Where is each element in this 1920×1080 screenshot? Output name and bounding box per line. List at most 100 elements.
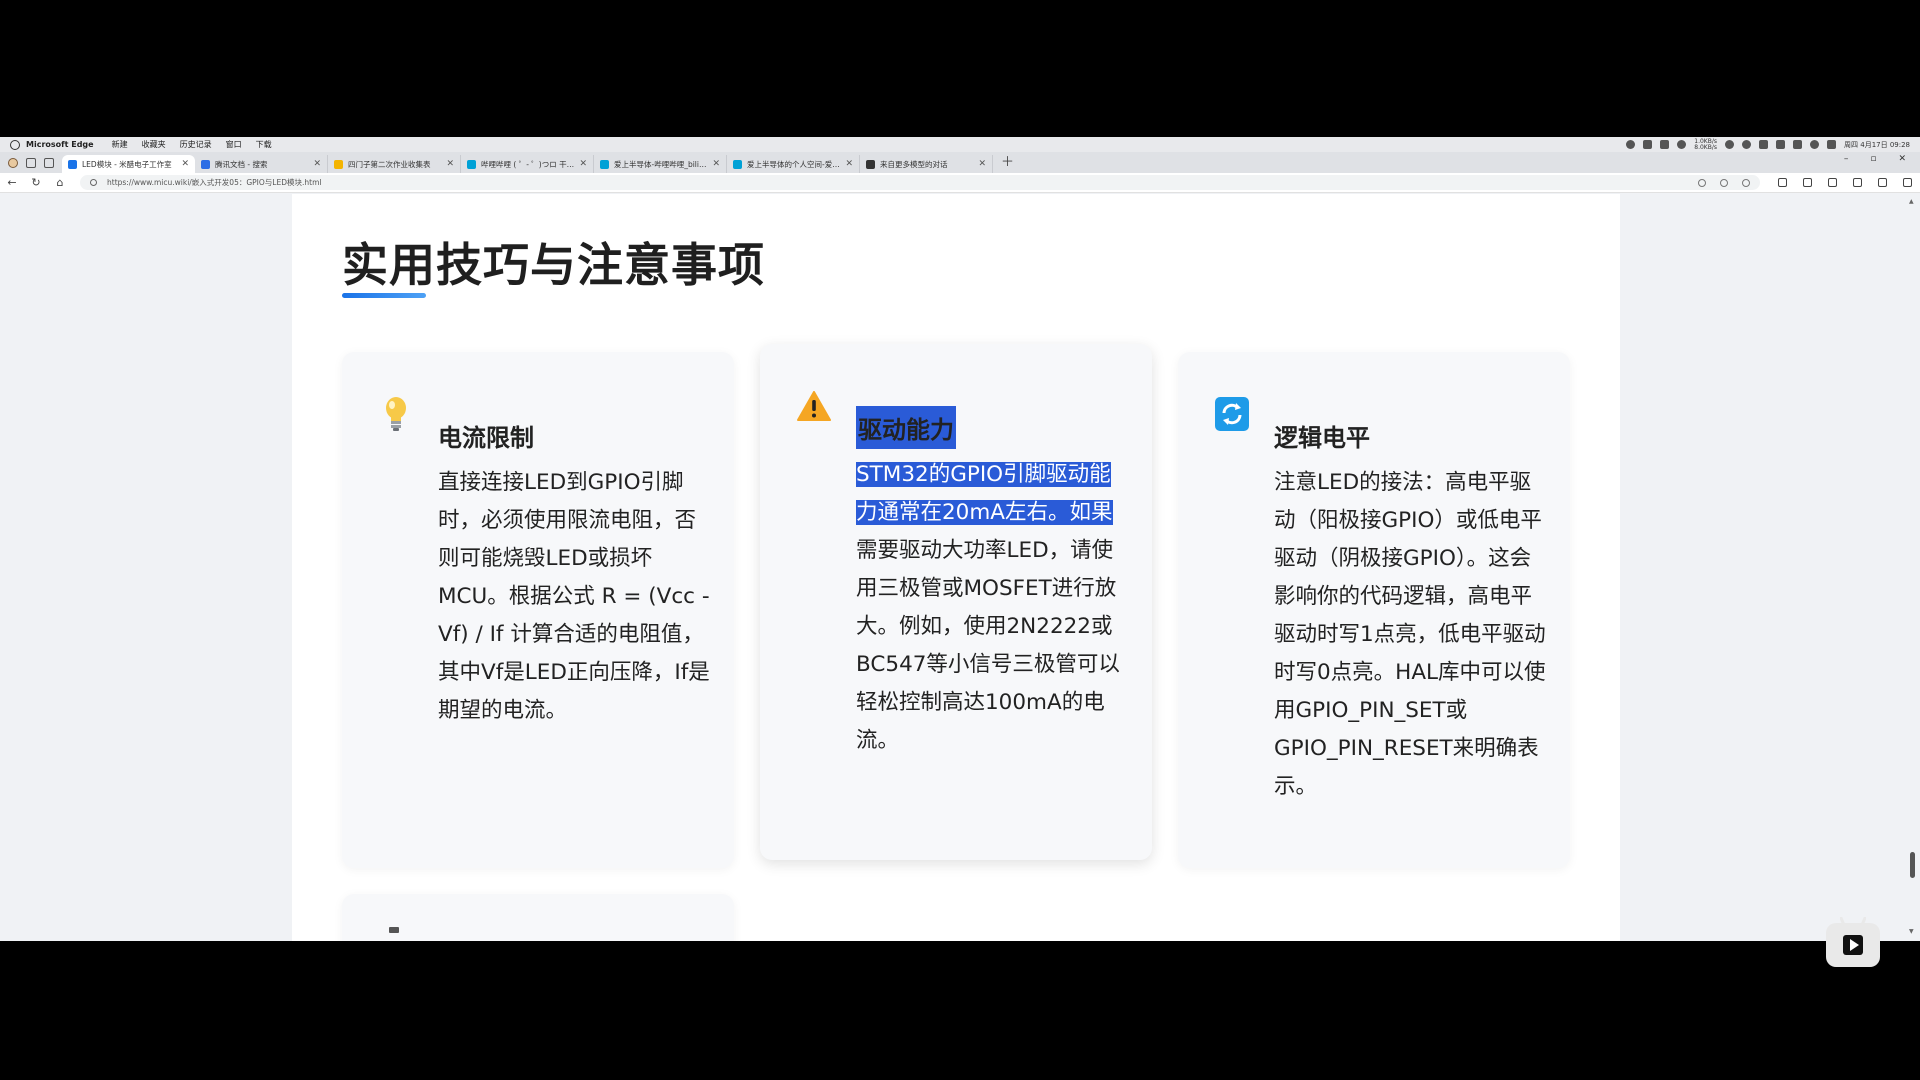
home-icon[interactable]: ⌂ xyxy=(48,176,72,189)
record-icon[interactable] xyxy=(1677,140,1687,149)
bluetooth-icon[interactable] xyxy=(1725,140,1735,149)
tab-close-icon[interactable]: ✕ xyxy=(313,159,321,169)
system-tray: 1.0KB/s 8.0KB/s 周四 4月17日 09:28 xyxy=(1626,137,1910,152)
battery-icon[interactable] xyxy=(1793,140,1803,149)
profile-avatar-icon[interactable] xyxy=(8,158,18,168)
favorites-icon[interactable] xyxy=(1828,178,1837,187)
tab-favicon-icon xyxy=(467,159,476,169)
tab-1[interactable]: 腾讯文档 - 搜索 ✕ xyxy=(195,155,328,173)
read-aloud-icon[interactable] xyxy=(1720,178,1728,187)
volume-icon[interactable] xyxy=(1776,140,1786,149)
bilibili-ears-icon xyxy=(1840,917,1866,925)
tab-4[interactable]: 爱上半导体-哔哩哔哩_bilibili ✕ xyxy=(594,155,727,173)
tab-close-icon[interactable]: ✕ xyxy=(978,159,986,169)
tab-favicon-icon xyxy=(334,159,343,169)
menu-favorites[interactable]: 收藏夹 xyxy=(142,139,166,150)
clock[interactable]: 周四 4月17日 09:28 xyxy=(1844,140,1910,150)
tab-2[interactable]: 四门子第二次作业收集表 ✕ xyxy=(328,155,461,173)
menu-downloads[interactable]: 下载 xyxy=(256,139,272,150)
tab-5[interactable]: 爱上半导体的个人空间-爱上半导体 ✕ xyxy=(727,155,860,173)
tab-close-icon[interactable]: ✕ xyxy=(712,159,720,169)
apple-logo-icon[interactable] xyxy=(10,139,20,150)
warning-icon xyxy=(796,388,832,424)
new-tab-icon[interactable]: ＋ xyxy=(993,151,1022,173)
sidebar-toggle-icon[interactable] xyxy=(1903,178,1912,187)
page-scrollbar[interactable]: ▲ ▼ xyxy=(1908,194,1916,941)
close-icon[interactable]: ✕ xyxy=(1898,154,1906,164)
url-input[interactable]: https://www.micu.wiki/嵌入式开发05：GPIO与LED模块… xyxy=(80,175,1760,190)
url-text: https://www.micu.wiki/嵌入式开发05：GPIO与LED模块… xyxy=(107,178,322,187)
minimize-icon[interactable]: – xyxy=(1844,154,1849,164)
tab-label: 爱上半导体的个人空间-爱上半导体 xyxy=(747,159,841,169)
tab-close-icon[interactable]: ✕ xyxy=(579,159,587,169)
tab-favicon-icon xyxy=(866,159,875,169)
extensions-icon[interactable] xyxy=(1803,178,1812,187)
card-title: 电流限制 xyxy=(438,424,534,452)
tab-close-icon[interactable]: ✕ xyxy=(446,159,454,169)
play-icon xyxy=(1843,935,1863,955)
selected-text: STM32的GPIO引脚驱动能力通常在20mA左右。如果 xyxy=(856,462,1113,525)
tab-strip: LED模块 - 米醋电子工作室 ✕ 腾讯文档 - 搜索 ✕ 四门子第二次作业收集表 ✕ 哔哩… xyxy=(0,152,1920,173)
window-controls: – ▫ ✕ xyxy=(1844,154,1906,164)
copilot-icon[interactable] xyxy=(1853,178,1862,187)
split-screen-icon[interactable] xyxy=(1778,178,1787,187)
app-name[interactable]: Microsoft Edge xyxy=(26,140,94,149)
sync-icon xyxy=(1214,396,1250,432)
card-current-limit: 电流限制 直接连接LED到GPIO引脚时，必须使用限流电阻，否则可能烧毁LED或… xyxy=(342,352,734,868)
tab-label: 来自更多模型的对话 xyxy=(880,159,948,169)
control-center-icon[interactable] xyxy=(1827,140,1837,149)
address-bar-row: ← ↻ ⌂ https://www.micu.wiki/嵌入式开发05：GPIO… xyxy=(0,173,1920,193)
scrollbar-thumb[interactable] xyxy=(1910,852,1915,878)
tab-close-icon[interactable]: ✕ xyxy=(845,159,853,169)
tab-3[interactable]: 哔哩哔哩 ( ゜- ゜)つロ 干杯~-bilibili ✕ xyxy=(461,155,594,173)
display-icon[interactable] xyxy=(1759,140,1769,149)
menu-bar: Microsoft Edge 新建 收藏夹 历史记录 窗口 下载 1.0KB/s… xyxy=(0,137,1920,152)
browser-window: Microsoft Edge 新建 收藏夹 历史记录 窗口 下载 1.0KB/s… xyxy=(0,137,1920,941)
web-page: 实用技巧与注意事项 电流限制 直接连接LED到GPIO引脚时，必须使用限流电阻，… xyxy=(0,194,1920,941)
tab-favicon-icon xyxy=(733,159,742,169)
refresh-icon[interactable]: ↻ xyxy=(24,176,48,189)
card-logic-level: 逻辑电平 注意LED的接法：高电平驱动（阳极接GPIO）或低电平驱动（阴极接GP… xyxy=(1178,352,1570,868)
menu-window[interactable]: 窗口 xyxy=(226,139,242,150)
search-icon[interactable] xyxy=(1810,140,1820,149)
section-heading: 实用技巧与注意事项 xyxy=(342,238,765,292)
video-play-button[interactable] xyxy=(1826,917,1880,967)
card-title: 逻辑电平 xyxy=(1274,424,1370,452)
vertical-tabs-icon[interactable] xyxy=(44,158,54,168)
back-icon[interactable]: ← xyxy=(0,176,24,189)
tab-close-icon[interactable]: ✕ xyxy=(181,159,189,169)
tab-list: LED模块 - 米醋电子工作室 ✕ 腾讯文档 - 搜索 ✕ 四门子第二次作业收集表 ✕ 哔哩… xyxy=(62,155,993,173)
tab-label: 四门子第二次作业收集表 xyxy=(348,159,431,169)
heading-underline xyxy=(342,293,426,298)
workspaces-icon[interactable] xyxy=(26,158,36,168)
card-body: 直接连接LED到GPIO引脚时，必须使用限流电阻，否则可能烧毁LED或损坏MCU… xyxy=(438,470,710,723)
tab-favicon-icon xyxy=(68,159,77,169)
scroll-down-icon[interactable]: ▼ xyxy=(1909,928,1914,935)
maximize-icon[interactable]: ▫ xyxy=(1870,154,1876,164)
wechat-icon[interactable] xyxy=(1626,140,1636,149)
more-icon[interactable] xyxy=(1878,178,1887,187)
scroll-up-icon[interactable]: ▲ xyxy=(1909,198,1914,205)
tab-label: 哔哩哔哩 ( ゜- ゜)つロ 干杯~-bilibili xyxy=(481,159,575,169)
content-sheet: 实用技巧与注意事项 电流限制 直接连接LED到GPIO引脚时，必须使用限流电阻，… xyxy=(292,194,1620,941)
site-info-icon[interactable] xyxy=(90,179,97,186)
app-icon[interactable] xyxy=(1660,140,1670,149)
menu-history[interactable]: 历史记录 xyxy=(180,139,212,150)
tab-label: 爱上半导体-哔哩哔哩_bilibili xyxy=(614,159,709,169)
user-icon[interactable] xyxy=(1643,140,1653,149)
menu-new[interactable]: 新建 xyxy=(112,139,128,150)
network-speed: 1.0KB/s 8.0KB/s xyxy=(1694,137,1718,151)
card-drive-capability: 驱动能力 STM32的GPIO引脚驱动能力通常在20mA左右。如果需要驱动大功率… xyxy=(760,344,1152,860)
card-body: STM32的GPIO引脚驱动能力通常在20mA左右。如果需要驱动大功率LED，请… xyxy=(856,456,1128,760)
card-next-partial xyxy=(342,894,734,941)
zoom-icon[interactable] xyxy=(1698,178,1706,187)
tab-0[interactable]: LED模块 - 米醋电子工作室 ✕ xyxy=(62,155,195,173)
wifi-icon[interactable] xyxy=(1742,140,1752,149)
url-icons xyxy=(1698,178,1750,187)
favorite-star-icon[interactable] xyxy=(1742,178,1750,187)
card-body: 注意LED的接法：高电平驱动（阳极接GPIO）或低电平驱动（阴极接GPIO）。这… xyxy=(1274,470,1546,799)
toolbar-right xyxy=(1778,178,1912,187)
card-title: 驱动能力 xyxy=(856,406,956,449)
tab-label: LED模块 - 米醋电子工作室 xyxy=(82,159,172,169)
tab-6[interactable]: 来自更多模型的对话 ✕ xyxy=(860,155,993,173)
